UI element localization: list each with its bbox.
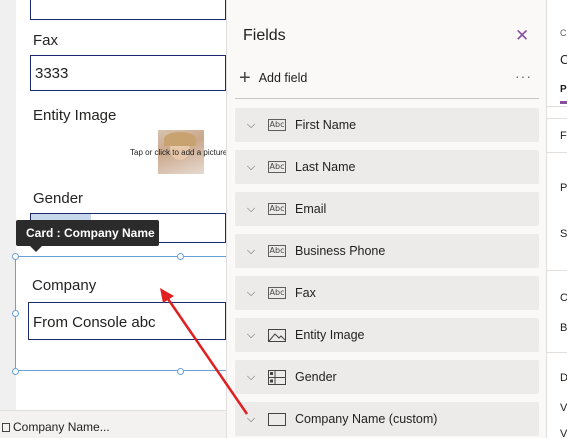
fax-input[interactable]: 3333 [30,55,226,91]
field-item-label: Company Name (custom) [295,412,438,426]
field-item-label: Last Name [295,160,356,174]
fields-panel-title: Fields [243,27,286,44]
chevron-down-icon[interactable]: ⌵ [235,329,267,342]
chevron-down-icon[interactable]: ⌵ [235,245,267,258]
props-tab-properties[interactable]: P [560,84,567,95]
screen-tab-company-name[interactable]: Company Name... [13,420,110,434]
text-field-icon: Abc [267,161,287,173]
panel-divider [235,98,539,99]
props-row-label: Si [560,228,567,240]
field-item-label: Gender [295,370,337,384]
field-item-label: Business Phone [295,244,386,258]
chevron-down-icon[interactable]: ⌵ [235,203,267,216]
chevron-down-icon[interactable]: ⌵ [235,287,267,300]
add-field-label: Add field [258,71,308,85]
form-canvas: Fax 3333 Entity Image Tap or click to ad… [0,0,228,410]
props-breadcrumb: C [560,28,567,38]
chevron-down-icon[interactable]: ⌵ [235,161,267,174]
card-tooltip: Card : Company Name [16,220,159,252]
props-tab-indicator [560,101,567,104]
field-item-company-name[interactable]: ⌵ Company Name (custom) [235,402,539,436]
resize-handle-sw[interactable] [12,368,19,375]
entity-image-label: Entity Image [33,107,117,124]
add-picture-hint: Tap or click to add a picture [130,148,228,157]
props-row-label: B [560,322,567,334]
props-row-label: D [560,372,567,384]
image-field-icon [267,328,287,342]
field-item-entity-image[interactable]: ⌵ Entity Image [235,318,539,352]
top-input-partial[interactable] [30,0,226,20]
field-item-business-phone[interactable]: ⌵ Abc Business Phone [235,234,539,268]
field-item-label: First Name [295,118,357,132]
screen-tab-bar: Company Name... [0,410,226,438]
props-divider [547,152,567,153]
more-options-icon[interactable]: ··· [515,68,532,84]
field-item-label: Entity Image [295,328,365,342]
add-field-button[interactable]: + Add field [239,67,307,89]
card-field-icon [267,412,287,426]
props-row-label: C [560,292,567,304]
chevron-down-icon[interactable]: ⌵ [235,119,267,132]
props-row-label: V [560,428,567,438]
resize-handle-w[interactable] [12,310,19,317]
card-icon [2,423,10,432]
resize-handle-nw[interactable] [12,253,19,260]
field-item-gender[interactable]: ⌵ Gender [235,360,539,394]
selected-card-outline[interactable] [15,256,227,371]
field-item-label: Email [295,202,327,216]
chevron-down-icon[interactable]: ⌵ [235,413,267,426]
props-divider [547,352,567,353]
fields-panel: Fields ✕ + Add field ··· ⌵ Abc First Nam… [226,0,546,438]
field-item-email[interactable]: ⌵ Abc Email [235,192,539,226]
text-field-icon: Abc [267,119,287,131]
text-field-icon: Abc [267,287,287,299]
props-divider [547,118,567,119]
hair-shape [164,132,196,146]
close-icon[interactable]: ✕ [515,26,529,46]
chevron-down-icon[interactable]: ⌵ [235,371,267,384]
text-field-icon: Abc [267,203,287,215]
gender-label: Gender [33,190,84,207]
field-item-fax[interactable]: ⌵ Abc Fax [235,276,539,310]
props-control-name: C [560,52,567,67]
text-field-icon: Abc [267,245,287,257]
props-row-label: Fi [560,130,567,142]
fax-label: Fax [33,32,59,49]
field-item-last-name[interactable]: ⌵ Abc Last Name [235,150,539,184]
field-item-first-name[interactable]: ⌵ Abc First Name [235,108,539,142]
props-divider [547,106,567,107]
resize-handle-n[interactable] [177,253,184,260]
resize-handle-s[interactable] [177,368,184,375]
properties-pane: C C P Fi P Si C B D V V [546,0,567,438]
props-row-label: V [560,402,567,414]
props-row-label: P [560,182,567,194]
plus-icon: + [239,67,251,89]
choice-field-icon [267,369,287,385]
props-divider [547,270,567,271]
field-item-label: Fax [295,286,316,300]
